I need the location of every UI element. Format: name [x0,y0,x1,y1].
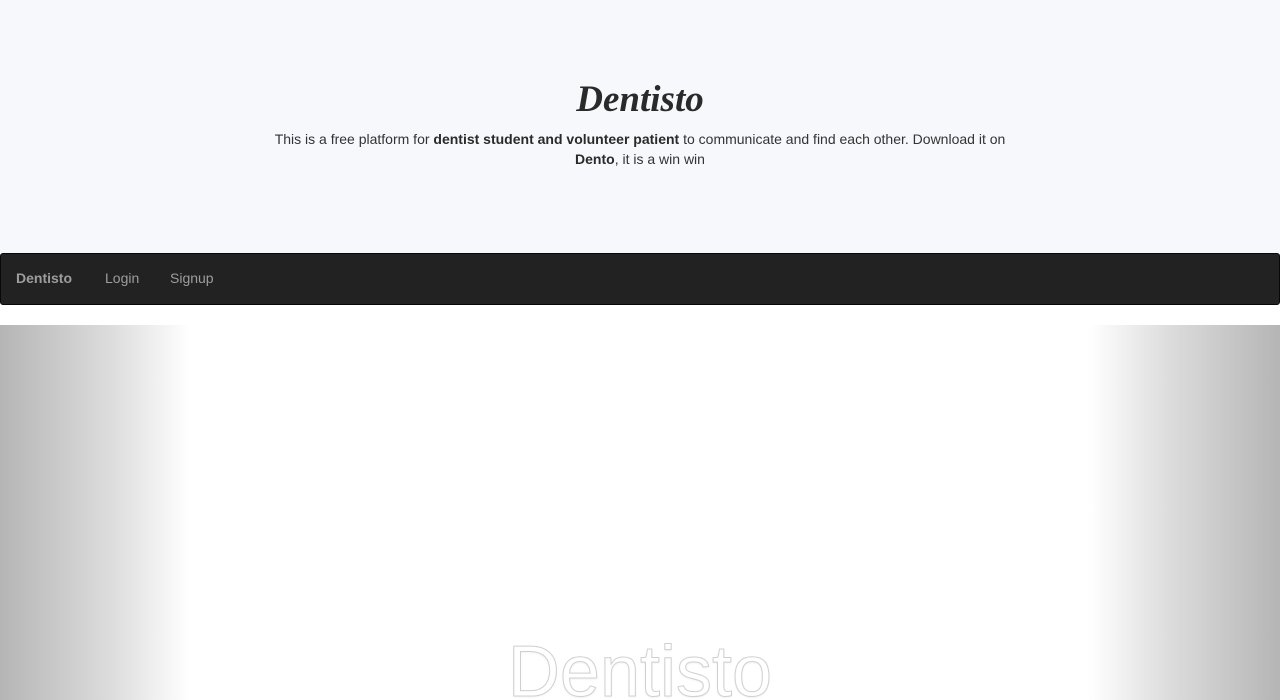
hero-description-text: , it is a win win [614,151,705,167]
hero-description-text: to communicate and find each other. Down… [679,131,1006,147]
login-link[interactable]: Login [105,270,139,286]
hero-description-bold: dentist student and volunteer patient [433,131,680,147]
showcase-title: Dentisto [507,632,773,700]
signup-link[interactable]: Signup [170,270,214,286]
hero-description: This is a free platform for dentist stud… [265,129,1015,169]
navbar: Dentisto Login Signup [0,253,1280,305]
hero-title: Dentisto [576,79,704,120]
hero-description-app-name: Dento [575,151,615,167]
hero-section: Dentisto This is a free platform for den… [0,0,1280,253]
hero-description-text: This is a free platform for [274,131,434,147]
navbar-brand-link[interactable]: Dentisto [16,270,72,286]
showcase-banner: Dentisto [0,325,1280,700]
